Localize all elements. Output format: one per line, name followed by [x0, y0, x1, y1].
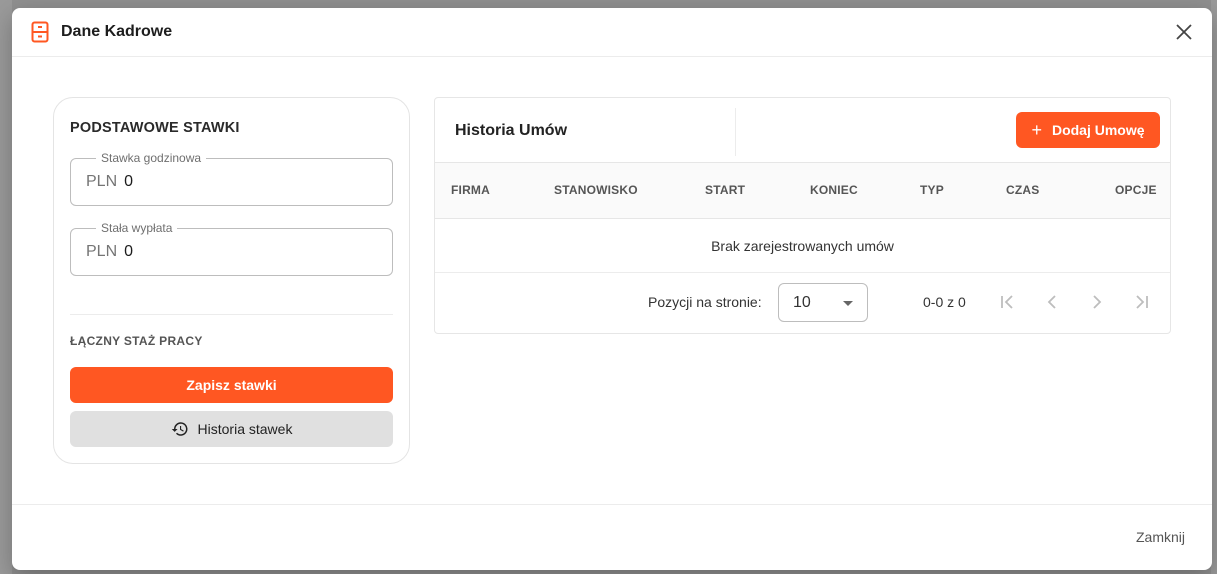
- basic-rates-title: PODSTAWOWE STAWKI: [70, 120, 240, 136]
- history-icon: [171, 422, 188, 436]
- contracts-table-header: FIRMA STANOWISKO START KONIEC TYP CZAS O…: [435, 163, 1170, 219]
- add-contract-button[interactable]: + Dodaj Umowę: [1016, 112, 1160, 148]
- header-separator: [735, 108, 736, 156]
- column-header-typ[interactable]: TYP: [920, 183, 944, 197]
- hourly-rate-label: Stawka godzinowa: [96, 151, 207, 165]
- column-header-start[interactable]: START: [705, 183, 745, 197]
- fixed-salary-input[interactable]: [124, 243, 325, 261]
- hourly-rate-input[interactable]: [124, 173, 325, 191]
- close-icon[interactable]: [1174, 22, 1194, 42]
- dialog-footer: Zamknij: [12, 504, 1212, 570]
- fixed-salary-label: Stała wypłata: [96, 221, 178, 235]
- next-page-icon[interactable]: [1087, 292, 1107, 312]
- hourly-rate-field[interactable]: Stawka godzinowa PLN: [70, 151, 393, 206]
- cabinet-icon: [31, 21, 49, 43]
- pagination-range: 0-0 z 0: [923, 294, 966, 310]
- empty-table-row: Brak zarejestrowanych umów: [435, 219, 1170, 273]
- last-page-icon[interactable]: [1132, 292, 1152, 312]
- plus-icon: +: [1031, 120, 1042, 140]
- empty-table-text: Brak zarejestrowanych umów: [711, 237, 894, 254]
- seniority-label: ŁĄCZNY STAŻ PRACY: [70, 334, 203, 348]
- divider: [70, 314, 393, 315]
- basic-rates-card: PODSTAWOWE STAWKI Stawka godzinowa PLN S…: [53, 97, 410, 464]
- first-page-icon[interactable]: [997, 292, 1017, 312]
- fixed-salary-currency: PLN: [86, 243, 118, 260]
- rows-per-page-value: 10: [793, 294, 811, 311]
- column-header-firma[interactable]: FIRMA: [451, 183, 490, 197]
- column-header-czas[interactable]: CZAS: [1006, 183, 1039, 197]
- rows-per-page-select[interactable]: 10: [778, 283, 868, 322]
- rates-history-label: Historia stawek: [197, 421, 293, 437]
- table-pagination: Pozycji na stronie: 10 0-0 z 0: [435, 273, 1170, 333]
- column-header-koniec[interactable]: KONIEC: [810, 183, 858, 197]
- fixed-salary-field[interactable]: Stała wypłata PLN: [70, 221, 393, 276]
- save-rates-button[interactable]: Zapisz stawki: [70, 367, 393, 403]
- rows-per-page-label: Pozycji na stronie:: [648, 294, 762, 310]
- backdrop-left: [0, 0, 12, 574]
- previous-page-icon[interactable]: [1042, 292, 1062, 312]
- contracts-history-card: Historia Umów + Dodaj Umowę FIRMA STANOW…: [434, 97, 1171, 334]
- dane-kadrowe-dialog: Dane Kadrowe PODSTAWOWE STAWKI Stawka go…: [12, 8, 1212, 570]
- dialog-title: Dane Kadrowe: [61, 23, 173, 40]
- rates-history-button[interactable]: Historia stawek: [70, 411, 393, 447]
- save-rates-label: Zapisz stawki: [186, 377, 277, 393]
- dropdown-caret-icon: [843, 301, 853, 306]
- hourly-rate-currency: PLN: [86, 173, 118, 190]
- column-header-stanowisko[interactable]: STANOWISKO: [554, 183, 638, 197]
- add-contract-label: Dodaj Umowę: [1051, 122, 1145, 138]
- contracts-header: Historia Umów + Dodaj Umowę: [435, 98, 1170, 163]
- column-header-opcje: OPCJE: [1115, 183, 1157, 197]
- close-button[interactable]: Zamknij: [1136, 529, 1185, 545]
- contracts-title: Historia Umów: [455, 122, 568, 139]
- dialog-header: Dane Kadrowe: [12, 8, 1212, 57]
